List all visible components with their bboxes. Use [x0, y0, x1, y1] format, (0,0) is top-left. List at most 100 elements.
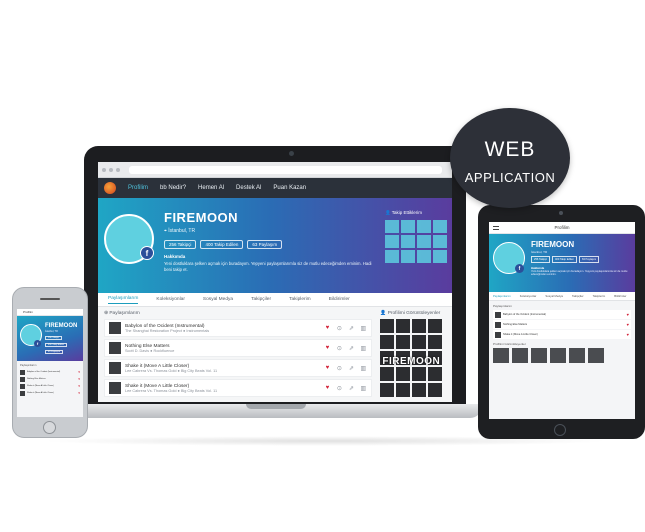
heart-icon[interactable]: ♥	[323, 365, 331, 371]
followed-thumb[interactable]	[385, 235, 399, 248]
track-row[interactable]: Babylon of the Ocident (Instrumental) ♥	[20, 369, 80, 375]
nav-profilim[interactable]: Profilim	[128, 185, 148, 191]
visitor-thumb[interactable]	[588, 348, 604, 363]
track-row[interactable]: Shake it (Move A Little Closer) ♥	[20, 383, 80, 389]
track-row[interactable]: Nothing Else Matters ♥	[493, 320, 631, 329]
tab-koleksiyonlar[interactable]: Koleksiyonlar	[520, 294, 537, 298]
followed-thumb[interactable]	[417, 250, 431, 263]
trash-icon[interactable]: ▥	[359, 365, 367, 372]
track-row[interactable]: Shake it (Move A Little Closer) ♥	[493, 330, 631, 339]
track-row[interactable]: Shake it (Move A Little Closer) Lee Cabr…	[104, 379, 373, 397]
tab-takipciler[interactable]: Takipçiler	[251, 297, 271, 302]
trash-icon[interactable]: ▥	[359, 325, 367, 332]
visitor-thumb[interactable]	[550, 348, 566, 363]
visitor-thumb[interactable]	[428, 367, 443, 381]
logo-icon[interactable]	[104, 182, 116, 194]
visitor-thumb[interactable]	[428, 319, 443, 333]
track-row[interactable]: Babylon of the Ocident (Instrumental) Th…	[104, 319, 373, 337]
tablet-home-button[interactable]	[554, 424, 566, 436]
heart-icon[interactable]: ♥	[323, 345, 331, 351]
visitor-thumb[interactable]	[396, 383, 411, 397]
tab-koleksiyonlar[interactable]: Koleksiyonlar	[156, 297, 185, 302]
address-bar[interactable]	[129, 165, 442, 174]
visitor-thumb[interactable]	[493, 348, 509, 363]
following-count-button[interactable]: 400 Takip Edilen	[200, 240, 244, 249]
followers-count-button[interactable]: 256 Takipçi	[531, 256, 550, 263]
track-row[interactable]: Shake it (Move A Little Closer) Lee Cabr…	[104, 359, 373, 377]
followed-thumb[interactable]	[417, 220, 431, 233]
heart-icon[interactable]: ♥	[78, 377, 80, 381]
tab-sosyal-medya[interactable]: Sosyal Medya	[203, 297, 233, 302]
track-row[interactable]: Nothing Else Matters ♥	[20, 376, 80, 382]
tab-takiplerim[interactable]: Takiplerim	[593, 294, 606, 298]
tab-paylasimlarim[interactable]: Paylaşımlarım	[493, 294, 511, 298]
visitor-thumb[interactable]	[428, 383, 443, 397]
visitor-thumb[interactable]	[380, 319, 395, 333]
visitor-thumb[interactable]	[396, 335, 411, 349]
nav-destek-al[interactable]: Destek Al	[236, 185, 261, 191]
visitor-thumb[interactable]	[428, 335, 443, 349]
heart-icon[interactable]: ♥	[323, 385, 331, 391]
share-icon[interactable]: ⇗	[347, 345, 355, 352]
visitor-thumb[interactable]	[531, 348, 547, 363]
trash-icon[interactable]: ▥	[359, 385, 367, 392]
tab-bildirimler[interactable]: Bildirimler	[329, 297, 350, 302]
track-row[interactable]: Babylon of the Ocident (Instrumental) ♥	[493, 310, 631, 319]
trash-icon[interactable]: ▥	[359, 345, 367, 352]
share-icon[interactable]: ⇗	[347, 325, 355, 332]
tab-paylasimlarim[interactable]: Paylaşımlarım	[108, 296, 139, 304]
heart-icon[interactable]: ♥	[78, 384, 80, 388]
share-icon[interactable]: ⇗	[347, 365, 355, 372]
visitor-thumb[interactable]	[512, 348, 528, 363]
followed-thumb[interactable]	[385, 250, 399, 263]
nav-puan-kazan[interactable]: Puan Kazan	[273, 185, 306, 191]
track-row[interactable]: Shake it (Move A Little Closer) ♥	[20, 390, 80, 396]
followed-thumb[interactable]	[401, 250, 415, 263]
heart-icon[interactable]: ♥	[627, 322, 629, 327]
followers-count-button[interactable]: 256 Takipçi	[45, 336, 62, 340]
check-icon[interactable]: ⊙	[335, 325, 343, 332]
followed-thumb[interactable]	[385, 220, 399, 233]
visitor-thumb[interactable]	[380, 367, 395, 381]
tab-sosyal-medya[interactable]: Sosyal Medya	[545, 294, 563, 298]
nav-bb-nedir[interactable]: bb Nedir?	[160, 185, 186, 191]
visitor-thumb[interactable]	[396, 367, 411, 381]
shares-count-button[interactable]: 63 Paylaşım	[45, 350, 64, 354]
track-row[interactable]: Nothing Else Matters Scott D. Davis ● Ro…	[104, 339, 373, 357]
heart-icon[interactable]: ♥	[78, 370, 80, 374]
heart-icon[interactable]: ♥	[323, 325, 331, 331]
visitor-thumb[interactable]	[412, 367, 427, 381]
check-icon[interactable]: ⊙	[335, 385, 343, 392]
phone-home-button[interactable]	[43, 421, 56, 434]
facebook-icon[interactable]: f	[515, 264, 524, 273]
share-icon[interactable]: ⇗	[347, 385, 355, 392]
hamburger-icon[interactable]	[493, 226, 499, 230]
visitor-thumb[interactable]	[569, 348, 585, 363]
visitor-thumb[interactable]	[412, 335, 427, 349]
visitor-thumb[interactable]	[380, 383, 395, 397]
facebook-icon[interactable]: f	[140, 246, 154, 260]
visitor-thumb[interactable]	[412, 319, 427, 333]
shares-count-button[interactable]: 63 Paylaşım	[578, 256, 600, 263]
followed-thumb[interactable]	[433, 250, 447, 263]
shares-count-button[interactable]: 63 Paylaşım	[247, 240, 283, 249]
window-maximize-dot[interactable]	[116, 167, 120, 172]
followed-thumb[interactable]	[433, 220, 447, 233]
tab-bildirimler[interactable]: Bildirimler	[614, 294, 626, 298]
followed-thumb[interactable]	[433, 235, 447, 248]
heart-icon[interactable]: ♥	[627, 332, 629, 337]
followed-thumb[interactable]	[401, 235, 415, 248]
tab-takiplerim[interactable]: Takiplerim	[289, 297, 311, 302]
window-minimize-dot[interactable]	[109, 167, 113, 172]
heart-icon[interactable]: ♥	[78, 391, 80, 395]
window-close-dot[interactable]	[102, 167, 106, 172]
followed-thumb[interactable]	[401, 220, 415, 233]
visitor-thumb[interactable]	[396, 319, 411, 333]
followed-thumb[interactable]	[417, 235, 431, 248]
facebook-icon[interactable]: f	[34, 340, 41, 347]
check-icon[interactable]: ⊙	[335, 365, 343, 372]
following-count-button[interactable]: 400 Takip Edilen	[45, 343, 68, 347]
visitor-thumb[interactable]	[412, 383, 427, 397]
nav-hemen-al[interactable]: Hemen Al	[198, 185, 224, 191]
following-count-button[interactable]: 400 Takip Edilen	[551, 256, 577, 263]
